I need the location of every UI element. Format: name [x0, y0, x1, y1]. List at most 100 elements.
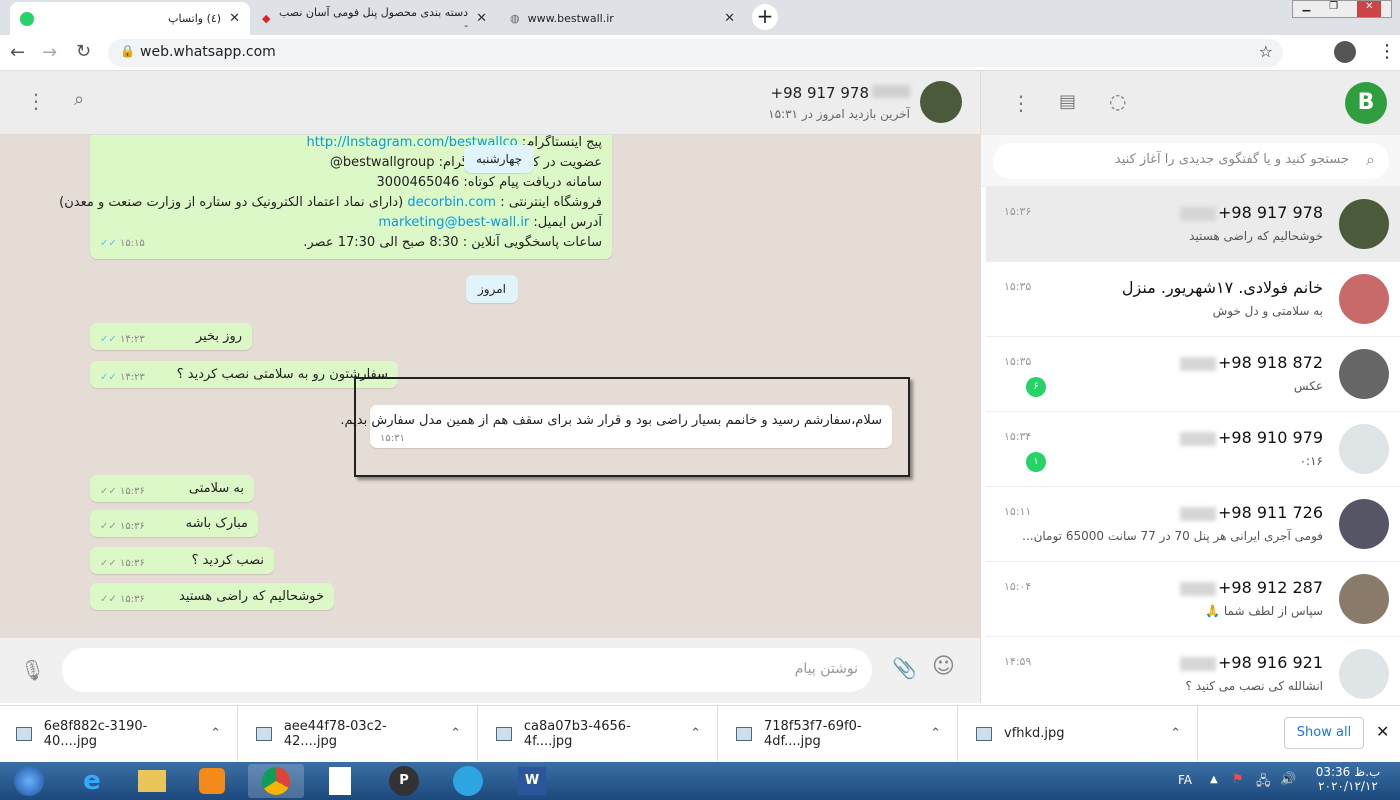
taskbar-ie[interactable]: e	[64, 764, 120, 798]
chat-list-item[interactable]: خانم فولادی. ۱۷شهریور. منزل به سلامتی و …	[986, 262, 1400, 337]
unread-badge: ۱	[1026, 452, 1046, 472]
double-check-icon: ✓✓	[100, 238, 117, 249]
chat-name: +98 912 287	[1179, 578, 1323, 597]
close-downloads-icon[interactable]: ✕	[1376, 722, 1389, 741]
action-center-flag-icon[interactable]: ⚑	[1232, 772, 1244, 787]
message-list[interactable]: پیج اینستاگرام: http://Instagram.com/bes…	[0, 135, 980, 638]
volume-icon[interactable]: 🔊	[1280, 772, 1296, 787]
taskbar-explorer[interactable]	[124, 764, 180, 798]
taskbar-p-app[interactable]: P	[376, 764, 432, 798]
chat-time: ۱۵:۱۱	[1004, 505, 1032, 518]
chat-name: +98 917 978	[1179, 203, 1323, 222]
profile-avatar[interactable]: B	[1345, 82, 1387, 124]
contact-avatar[interactable]	[920, 81, 962, 123]
close-window-icon[interactable]: ✕	[1357, 1, 1382, 17]
back-icon[interactable]: ←	[10, 42, 25, 63]
file-name: 718f53f7-69f0-4df....jpg	[763, 718, 862, 749]
show-all-button[interactable]: Show all	[1284, 717, 1364, 749]
email-link[interactable]: marketing@best-wall.ir	[378, 215, 529, 230]
highlight-frame: سلام،سفارشم رسید و خانمم بسیار راضی بود …	[340, 377, 910, 477]
clock[interactable]: 03:36 ب.ظ ۲۰۲۰/۱۲/۱۲	[1308, 765, 1388, 793]
close-tab-icon[interactable]: ✕	[476, 11, 487, 26]
tab-title: www.bestwall.ir	[527, 12, 614, 25]
chat-list-item[interactable]: +98 912 287 سپاس از لطف شما 🙏 ۱۵:۰۴	[986, 562, 1400, 637]
new-tab-button[interactable]: +	[752, 4, 778, 30]
chevron-up-icon[interactable]: ⌃	[930, 726, 941, 741]
chat-preview: ۰:۱۶	[1299, 454, 1323, 468]
taskbar-chrome[interactable]	[248, 764, 304, 798]
chat-preview: سپاس از لطف شما 🙏	[1205, 604, 1323, 618]
chat-list-item[interactable]: +98 916 921 انشالله کی نصب می کنید ؟ ۱۴:…	[986, 637, 1400, 712]
download-item[interactable]: ca8a07b3-4656-4f....jpg ⌃	[480, 706, 718, 761]
taskbar-telegram[interactable]	[440, 764, 496, 798]
message-input[interactable]: نوشتن پیام	[62, 648, 872, 692]
language-indicator[interactable]: FA	[1178, 773, 1192, 787]
profile-avatar-icon[interactable]	[1334, 41, 1356, 63]
download-item[interactable]: 6e8f882c-3190-40....jpg ⌃	[0, 706, 238, 761]
chevron-up-icon[interactable]: ⌃	[690, 726, 701, 741]
chat-name: +98 916 921	[1179, 653, 1323, 672]
chat-list-item[interactable]: +98 911 726 فومی آجری ایرانی هر پنل 70 د…	[986, 487, 1400, 562]
taskbar-document[interactable]	[312, 764, 368, 798]
chevron-up-icon[interactable]: ⌃	[210, 726, 221, 741]
tab-whatsapp[interactable]: ✕ (٤) واتساپ	[10, 2, 250, 35]
date-divider-today: امروز	[466, 275, 518, 303]
download-item[interactable]: 718f53f7-69f0-4df....jpg ⌃	[720, 706, 958, 761]
globe-icon: ◍	[510, 12, 520, 25]
download-item[interactable]: vfhkd.jpg ⌃	[960, 706, 1198, 761]
microphone-icon[interactable]: 🎙	[20, 658, 45, 682]
windows-taskbar: e P W FA ▲ ⚑ 🖧 🔊 03:36 ب.ظ ۲۰۲۰/۱۲/۱۲	[0, 762, 1400, 800]
reload-icon[interactable]: ↻	[76, 41, 91, 62]
bookmark-star-icon[interactable]: ☆	[1259, 42, 1273, 61]
chat-time: ۱۵:۳۵	[1004, 280, 1032, 293]
attach-icon[interactable]: 📎	[892, 656, 917, 680]
chat-name: +98 910 979	[1179, 428, 1323, 447]
whatsapp-favicon-icon	[20, 11, 34, 26]
tab-bestwall[interactable]: ◍ www.bestwall.ir ✕	[500, 2, 745, 35]
search-input[interactable]: جستجو کنید و یا گفتگوی جدیدی را آغاز کنی…	[993, 143, 1389, 179]
unread-badge: ۶	[1026, 377, 1046, 397]
new-chat-icon[interactable]: ▤	[1059, 91, 1076, 112]
message-outgoing: سفارشتون رو به سلامتی نصب کردید ؟ ✓✓ ۱۴:۲…	[90, 361, 398, 388]
status-icon[interactable]: ◌	[1109, 89, 1126, 113]
network-icon[interactable]: 🖧	[1256, 772, 1271, 794]
download-item[interactable]: aee44f78-03c2-42....jpg ⌃	[240, 706, 478, 761]
menu-dots-icon[interactable]: ⋮	[1378, 41, 1396, 62]
contact-avatar	[1339, 499, 1389, 549]
shop-link[interactable]: decorbin.com	[407, 195, 496, 210]
image-file-icon	[976, 726, 992, 741]
chat-preview: انشالله کی نصب می کنید ؟	[1185, 679, 1323, 693]
menu-icon[interactable]: ⋮	[1011, 91, 1031, 115]
chat-header: ⋮ ⌕ +98 917 978 آخرین بازدید امروز در ۱۵…	[0, 71, 980, 135]
chat-list-item[interactable]: +98 918 872 عکس ۱۵:۳۵ ۶	[986, 337, 1400, 412]
image-file-icon	[496, 726, 512, 741]
contact-name[interactable]: +98 917 978	[771, 84, 910, 102]
compose-bar: 🎙 نوشتن پیام 📎 ☺	[0, 638, 980, 703]
close-tab-icon[interactable]: ✕	[229, 11, 240, 26]
maximize-icon[interactable]: ❐	[1329, 1, 1338, 17]
search-icon[interactable]: ⌕	[74, 89, 84, 110]
forward-icon[interactable]: →	[42, 42, 57, 63]
chat-list-item[interactable]: +98 910 979 ۰:۱۶ ۱۵:۳۴ ۱	[986, 412, 1400, 487]
chat-menu-icon[interactable]: ⋮	[26, 89, 46, 113]
chat-list-item[interactable]: +98 917 978 خوشحالیم که راضی هستید ۱۵:۳۶	[986, 187, 1400, 262]
chat-panel: ⋮ ⌕ +98 917 978 آخرین بازدید امروز در ۱۵…	[0, 71, 980, 703]
start-button[interactable]	[4, 764, 54, 798]
tab-title: دسته بندی محصول پنل فومی آسان نصب -	[278, 5, 469, 32]
contact-avatar	[1339, 349, 1389, 399]
taskbar-media[interactable]	[184, 764, 240, 798]
lock-icon: 🔒	[120, 44, 135, 58]
file-name: vfhkd.jpg	[1004, 726, 1065, 741]
url-input[interactable]: 🔒 web.whatsapp.com ☆	[108, 39, 1283, 67]
file-name: 6e8f882c-3190-40....jpg	[43, 718, 148, 749]
emoji-icon[interactable]: ☺	[932, 654, 955, 679]
taskbar-word[interactable]: W	[504, 764, 560, 798]
minimize-icon[interactable]: ▁	[1302, 1, 1310, 17]
file-name: ca8a07b3-4656-4f....jpg	[523, 718, 631, 749]
tab-bestwall-category[interactable]: ✕ دسته بندی محصول پنل فومی آسان نصب - ◆	[252, 2, 497, 35]
chat-sidebar: ⋮ ▤ ◌ B جستجو کنید و یا گفتگوی جدیدی را …	[980, 71, 1400, 712]
chevron-up-icon[interactable]: ⌃	[1170, 726, 1181, 741]
chevron-up-icon[interactable]: ⌃	[450, 726, 461, 741]
close-tab-icon[interactable]: ✕	[724, 11, 735, 26]
tray-expand-icon[interactable]: ▲	[1210, 774, 1218, 785]
